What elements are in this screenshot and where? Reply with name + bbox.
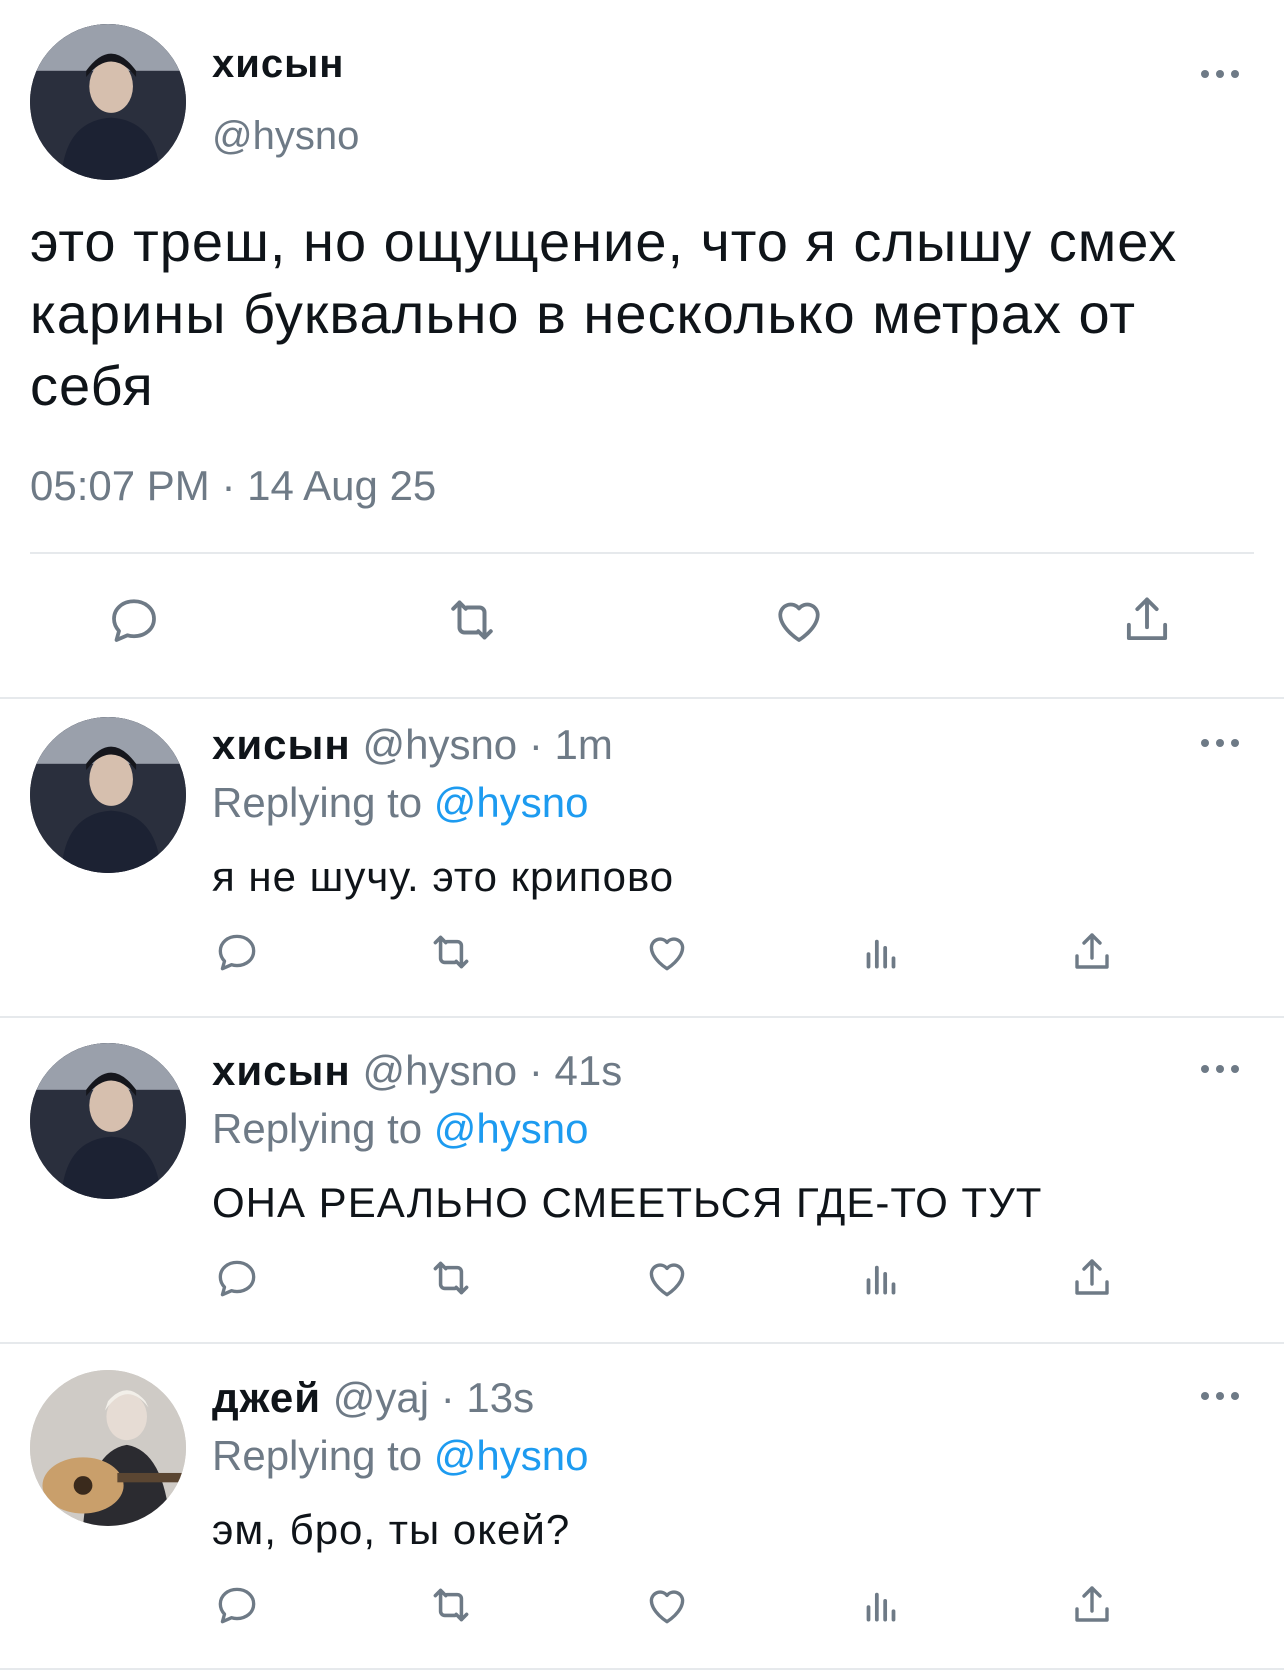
reply-tweet[interactable]: хисын @hysno · 41s Replying to @hysno ОН…: [0, 1023, 1284, 1349]
reply-tweet[interactable]: хисын @hysno · 1m Replying to @hysno я н…: [0, 697, 1284, 1023]
retweet-icon[interactable]: [424, 1253, 478, 1303]
mention-link[interactable]: @hysno: [434, 779, 589, 826]
reply-text: ОНА РЕАЛЬНО СМЕЕТЬСЯ ГДЕ-ТО ТУТ: [212, 1179, 1043, 1226]
handle[interactable]: @hysno: [212, 114, 359, 159]
profile-photo-icon: [30, 1043, 186, 1199]
replying-to: Replying to @hysno: [212, 1432, 589, 1480]
like-icon[interactable]: [642, 927, 692, 977]
share-icon[interactable]: [1068, 927, 1116, 977]
retweet-icon[interactable]: [424, 927, 478, 977]
reply-icon[interactable]: [104, 590, 164, 650]
replying-to: Replying to @hysno: [212, 779, 589, 827]
handle-time[interactable]: @yaj · 13s: [333, 1374, 534, 1421]
reply-actions: [0, 1580, 1284, 1636]
avatar[interactable]: [30, 717, 186, 873]
reply-icon[interactable]: [212, 1580, 262, 1630]
more-options-icon[interactable]: [1197, 64, 1243, 84]
reply-text: эм, бро, ты окей?: [212, 1506, 571, 1553]
handle-time[interactable]: @hysno · 1m: [362, 721, 612, 768]
divider: [0, 1342, 1284, 1344]
reply-actions: [0, 927, 1284, 983]
tweet-text: это треш, но ощущение, что я слышу смех …: [30, 210, 1178, 417]
mention-link[interactable]: @hysno: [434, 1432, 589, 1479]
more-options-icon[interactable]: [1197, 733, 1243, 753]
share-icon[interactable]: [1068, 1580, 1116, 1630]
profile-photo-icon: [30, 717, 186, 873]
divider: [0, 1016, 1284, 1018]
reply-text: я не шучу. это крипово: [212, 853, 675, 900]
display-name[interactable]: хисын: [212, 42, 344, 87]
reply-icon[interactable]: [212, 927, 262, 977]
share-icon[interactable]: [1068, 1253, 1116, 1303]
replying-label: Replying to: [212, 779, 423, 826]
like-icon[interactable]: [642, 1580, 692, 1630]
more-options-icon[interactable]: [1197, 1386, 1243, 1406]
tweet-timestamp[interactable]: 05:07 PM · 14 Aug 25: [30, 462, 436, 510]
tweet-actions: [0, 590, 1284, 660]
profile-photo-icon: [30, 24, 186, 180]
divider: [0, 1668, 1284, 1670]
mention-link[interactable]: @hysno: [434, 1105, 589, 1152]
replying-label: Replying to: [212, 1432, 423, 1479]
main-tweet: хисын @hysno это треш, но ощущение, что …: [0, 0, 1284, 697]
avatar[interactable]: [30, 1370, 186, 1526]
views-icon[interactable]: [856, 1580, 906, 1630]
replying-label: Replying to: [212, 1105, 423, 1152]
share-icon[interactable]: [1118, 590, 1176, 650]
views-icon[interactable]: [856, 927, 906, 977]
avatar[interactable]: [30, 24, 186, 180]
like-icon[interactable]: [642, 1253, 692, 1303]
display-name[interactable]: хисын: [212, 1047, 351, 1094]
display-name[interactable]: джей: [212, 1374, 321, 1421]
reply-icon[interactable]: [212, 1253, 262, 1303]
reply-actions: [0, 1253, 1284, 1309]
handle-time[interactable]: @hysno · 41s: [362, 1047, 622, 1094]
reply-header: хисын @hysno · 41s: [212, 1047, 622, 1095]
avatar[interactable]: [30, 1043, 186, 1199]
retweet-icon[interactable]: [440, 590, 504, 650]
divider: [30, 552, 1254, 554]
profile-photo-icon: [30, 1370, 186, 1526]
reply-header: хисын @hysno · 1m: [212, 721, 613, 769]
reply-tweet[interactable]: джей @yaj · 13s Replying to @hysno эм, б…: [0, 1350, 1284, 1674]
retweet-icon[interactable]: [424, 1580, 478, 1630]
like-icon[interactable]: [768, 590, 830, 650]
reply-header: джей @yaj · 13s: [212, 1374, 534, 1422]
views-icon[interactable]: [856, 1253, 906, 1303]
replying-to: Replying to @hysno: [212, 1105, 589, 1153]
more-options-icon[interactable]: [1197, 1059, 1243, 1079]
display-name[interactable]: хисын: [212, 721, 351, 768]
